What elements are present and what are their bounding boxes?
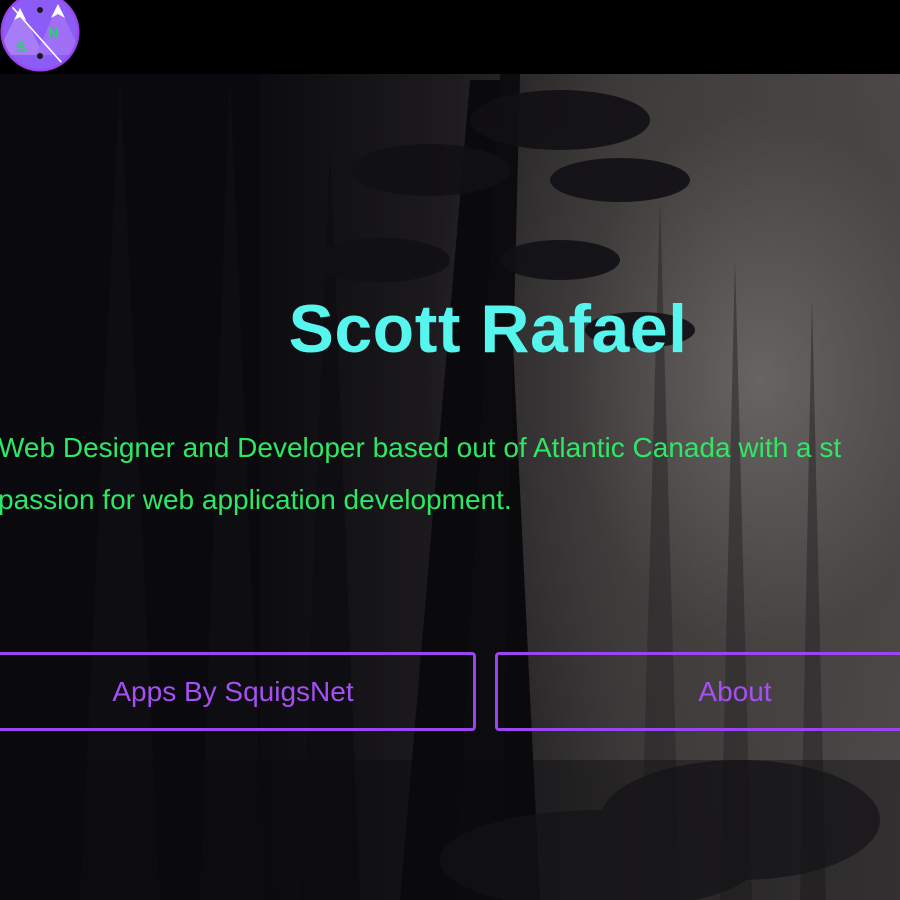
top-navbar [0,0,900,74]
sn-mountain-logo-icon[interactable]: S N [0,0,80,72]
tagline-line-1: Web Designer and Developer based out of … [0,432,842,463]
tagline-line-2: passion for web application development. [0,484,512,515]
apps-by-squigsnet-button[interactable]: Apps By SquigsNet [0,652,476,731]
hero-tagline: Web Designer and Developer based out of … [0,422,900,526]
svg-text:S: S [16,39,26,56]
page-title: Scott Rafael [288,291,688,367]
svg-text:N: N [48,25,59,42]
page: S N Scott Rafael Web Designer and Develo… [0,0,900,900]
about-button[interactable]: About [495,652,900,731]
